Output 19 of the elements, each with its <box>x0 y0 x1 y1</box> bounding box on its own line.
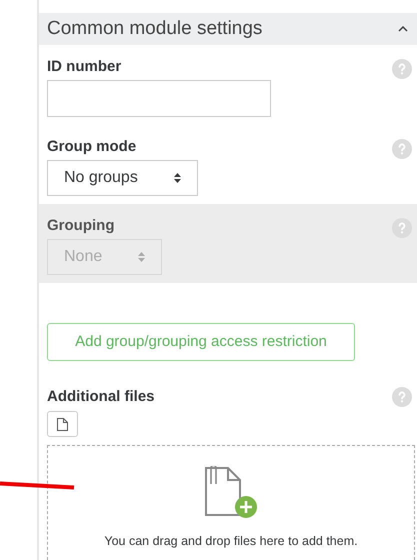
field-label: Group mode <box>47 137 138 157</box>
select-dropdown[interactable]: No groups <box>47 160 198 196</box>
dropzone-text: You can drag and drop files here to add them. <box>104 533 358 550</box>
field-label: Grouping <box>47 216 116 236</box>
text-input[interactable] <box>47 80 271 117</box>
file-picker-button[interactable] <box>47 411 78 437</box>
sort-arrows-icon <box>174 173 181 183</box>
sort-arrows-icon <box>138 252 146 262</box>
help-icon[interactable] <box>392 139 412 159</box>
caret-up-icon[interactable] <box>398 26 408 32</box>
field-label: ID number <box>47 57 122 77</box>
field-label: Additional files <box>47 387 155 407</box>
help-icon[interactable] <box>392 387 412 407</box>
section-title: Common module settings <box>47 16 262 41</box>
document-icon <box>57 418 68 430</box>
help-icon[interactable] <box>392 59 412 79</box>
section-header[interactable]: Common module settings <box>39 13 417 45</box>
file-dropzone[interactable]: You can drag and drop files here to add them. <box>47 445 415 560</box>
file-add-icon <box>204 466 258 520</box>
